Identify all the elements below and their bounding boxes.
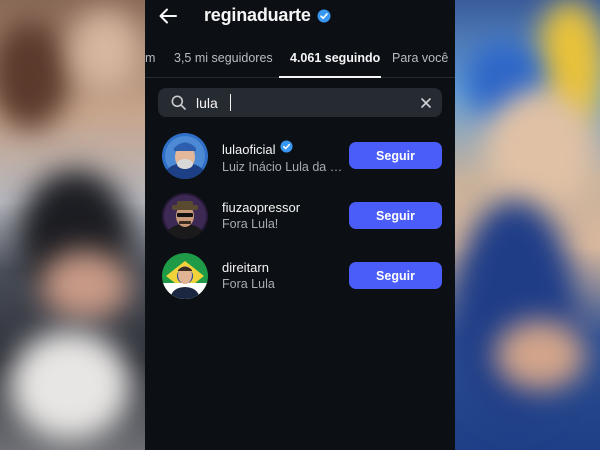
tab-followers[interactable]: 3,5 mi seguidores [174,51,273,65]
result-username[interactable]: lulaoficial [222,142,275,157]
list-item[interactable]: lulaoficial Luiz Inácio Lula da S... Seg… [145,128,455,188]
list-item[interactable]: direitarn Fora Lula Seguir [145,248,455,308]
result-info: direitarn Fora Lula [222,260,344,291]
profile-title: reginaduarte [204,5,331,26]
result-full-name: Fora Lula [222,277,275,291]
background-photo-right [455,0,600,450]
top-bar: reginaduarte [145,0,455,32]
result-username[interactable]: direitarn [222,260,269,275]
active-tab-indicator [279,76,381,78]
result-info: fiuzaopressor Fora Lula! [222,200,344,231]
search-bar [158,88,442,117]
avatar[interactable] [162,253,208,299]
result-full-name: Fora Lula! [222,217,279,231]
result-username[interactable]: fiuzaopressor [222,200,300,215]
result-info: lulaoficial Luiz Inácio Lula da S... [222,140,344,174]
follow-button[interactable]: Seguir [349,262,442,289]
follow-button[interactable]: Seguir [349,202,442,229]
result-full-name: Luiz Inácio Lula da S... [222,160,344,174]
follow-button[interactable]: Seguir [349,142,442,169]
background-photo-left [0,0,145,450]
search-icon [171,95,186,110]
profile-username: reginaduarte [204,5,311,25]
close-icon[interactable] [420,96,432,108]
avatar[interactable] [162,193,208,239]
verified-badge-icon [280,140,294,158]
verified-badge-icon [317,9,331,23]
text-caret [230,94,231,111]
following-screen: reginaduarte m 3,5 mi seguidores 4.061 s… [145,0,455,450]
tab-partial[interactable]: m [145,51,155,65]
tab-bar: m 3,5 mi seguidores 4.061 seguindo Para … [145,40,455,78]
search-input[interactable] [196,93,396,112]
avatar[interactable] [162,133,208,179]
tab-for-you[interactable]: Para você [392,51,448,65]
arrow-left-icon[interactable] [157,5,179,27]
tab-following[interactable]: 4.061 seguindo [290,51,380,65]
list-item[interactable]: fiuzaopressor Fora Lula! Seguir [145,188,455,248]
